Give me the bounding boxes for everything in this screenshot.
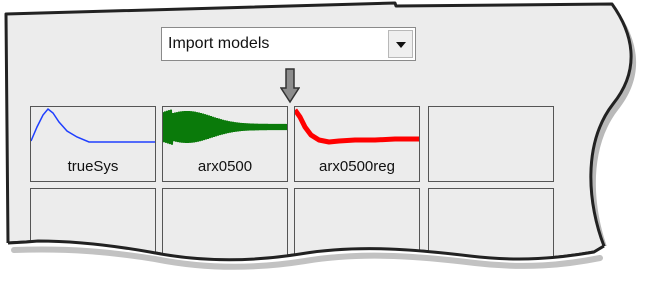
torn-edge [0, 239, 657, 283]
model-board: Import models trueSys arx0500 arx0500reg [0, 0, 657, 283]
